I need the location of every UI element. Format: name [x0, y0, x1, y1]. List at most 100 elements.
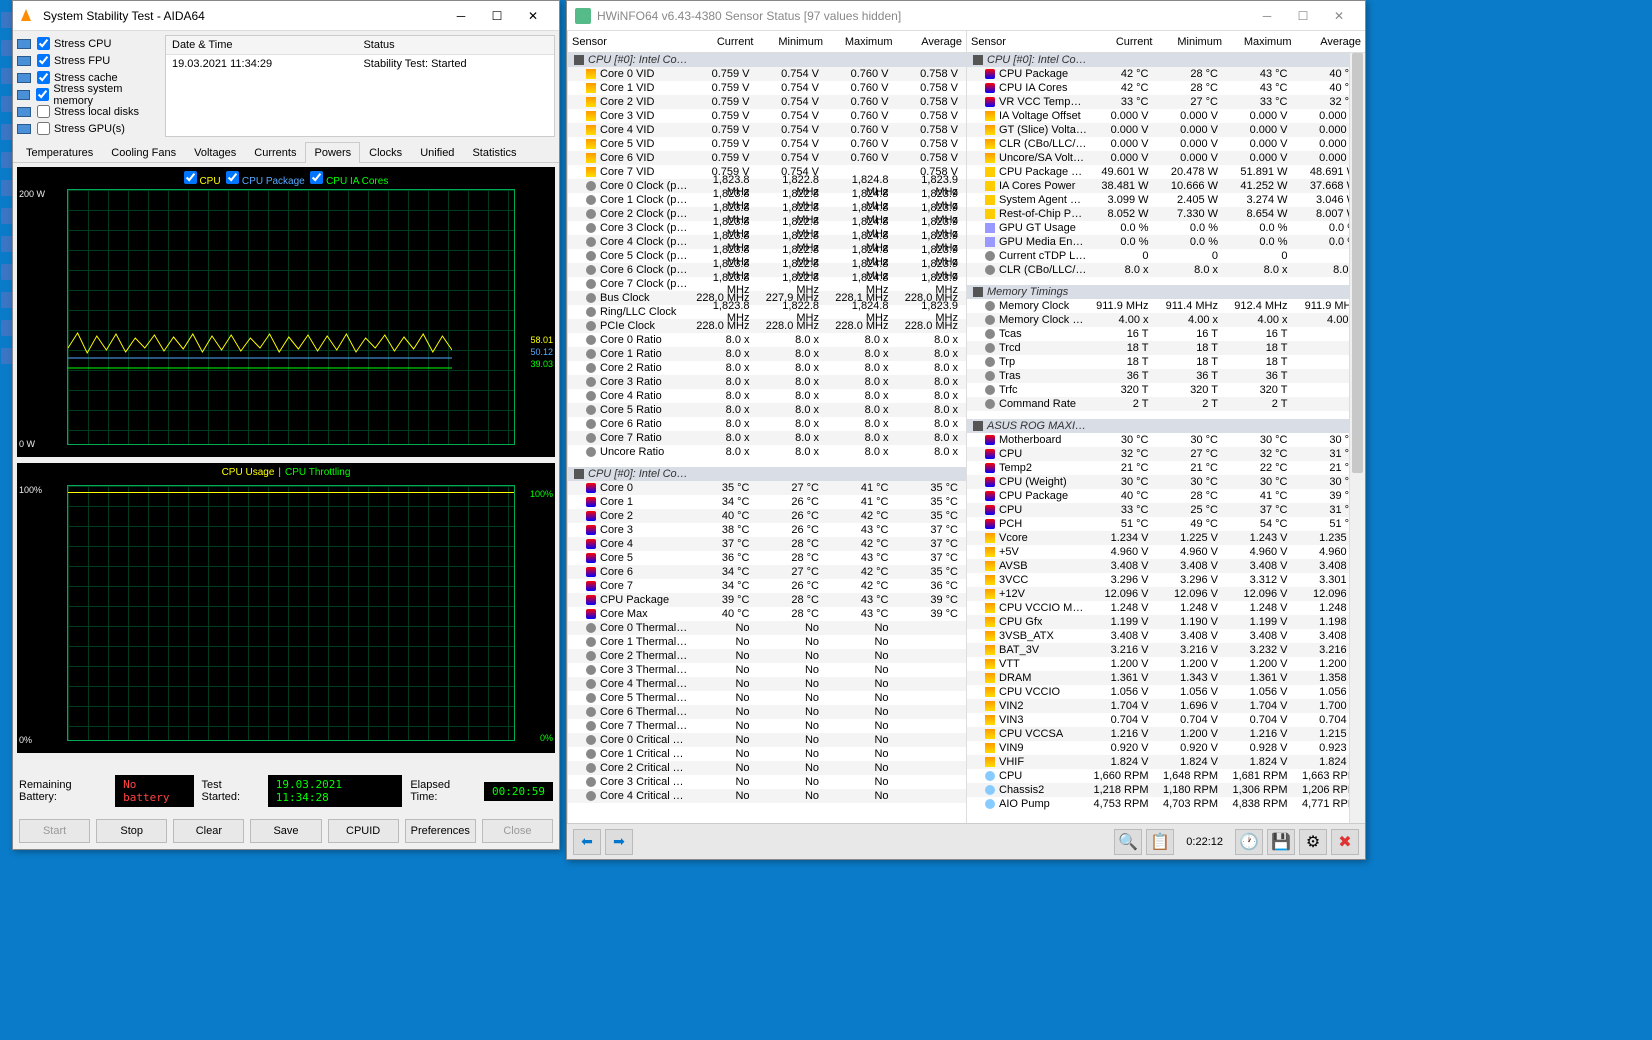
col-current[interactable]: Current: [688, 34, 758, 50]
checkbox-stress-gpu[interactable]: [37, 122, 50, 135]
sensor-row[interactable]: VIN30.704 V0.704 V0.704 V0.704 V: [967, 713, 1365, 727]
legend-check-pkg[interactable]: [226, 171, 239, 184]
sensor-row[interactable]: Core 4 Ratio8.0 x8.0 x8.0 x8.0 x: [568, 389, 966, 403]
legend-check-cores[interactable]: [310, 171, 323, 184]
sensor-row[interactable]: Core 536 °C28 °C43 °C37 °C: [568, 551, 966, 565]
col-sensor[interactable]: Sensor: [967, 34, 1087, 50]
sensor-row[interactable]: Core 1 Critical Tem...NoNoNo: [568, 747, 966, 761]
sensor-row[interactable]: Vcore1.234 V1.225 V1.243 V1.235 V: [967, 531, 1365, 545]
sensor-row[interactable]: IA Cores Power38.481 W10.666 W41.252 W37…: [967, 179, 1365, 193]
sensor-row[interactable]: Core 6 VID0.759 V0.754 V0.760 V0.758 V: [568, 151, 966, 165]
sensor-group[interactable]: CPU [#0]: Intel Cor...: [568, 467, 966, 481]
sensor-row[interactable]: PCIe Clock228.0 MHz228.0 MHz228.0 MHz228…: [568, 319, 966, 333]
sensor-row[interactable]: GPU GT Usage0.0 %0.0 %0.0 %0.0 %: [967, 221, 1365, 235]
sensor-row[interactable]: Core 4 Thermal Thr...NoNoNo: [568, 677, 966, 691]
sensor-row[interactable]: +5V4.960 V4.960 V4.960 V4.960 V: [967, 545, 1365, 559]
sensor-group[interactable]: ASUS ROG MAXIMU...: [967, 419, 1365, 433]
sensor-row[interactable]: Core 4 Critical Tem...NoNoNo: [568, 789, 966, 803]
sensor-row[interactable]: CPU Package42 °C28 °C43 °C40 °C: [967, 67, 1365, 81]
clear-button[interactable]: Clear: [173, 819, 244, 843]
sensor-row[interactable]: Ring/LLC Clock1,823.8 MHz1,822.8 MHz1,82…: [568, 305, 966, 319]
sensor-row[interactable]: Uncore/SA Voltage ...0.000 V0.000 V0.000…: [967, 151, 1365, 165]
sensor-group[interactable]: CPU [#0]: Intel Cor...: [967, 53, 1365, 67]
sensor-row[interactable]: CLR (CBo/LLC/Ring)...8.0 x8.0 x8.0 x8.0 …: [967, 263, 1365, 277]
tool-save-icon[interactable]: 💾: [1267, 829, 1295, 855]
sensor-row[interactable]: Chassis21,218 RPM1,180 RPM1,306 RPM1,206…: [967, 783, 1365, 797]
tool-close-icon[interactable]: ✖: [1331, 829, 1359, 855]
sensor-row[interactable]: Motherboard30 °C30 °C30 °C30 °C: [967, 433, 1365, 447]
sensor-row[interactable]: AIO Pump4,753 RPM4,703 RPM4,838 RPM4,771…: [967, 797, 1365, 811]
save-button[interactable]: Save: [250, 819, 321, 843]
nav-next-button[interactable]: ➡: [605, 829, 633, 855]
close-window-button[interactable]: ✕: [1321, 3, 1357, 29]
tool-copy-icon[interactable]: 📋: [1146, 829, 1174, 855]
sensor-row[interactable]: +12V12.096 V12.096 V12.096 V12.096 V: [967, 587, 1365, 601]
sensor-row[interactable]: Core 2 Critical Tem...NoNoNo: [568, 761, 966, 775]
legend-check-cpu[interactable]: [184, 171, 197, 184]
sensor-row[interactable]: VHIF1.824 V1.824 V1.824 V1.824 V: [967, 755, 1365, 769]
maximize-button[interactable]: ☐: [479, 3, 515, 29]
stop-button[interactable]: Stop: [96, 819, 167, 843]
sensor-row[interactable]: Core 7 Thermal Thr...NoNoNo: [568, 719, 966, 733]
tool-clock-icon[interactable]: 🕐: [1235, 829, 1263, 855]
col-average[interactable]: Average: [897, 34, 967, 50]
sensor-row[interactable]: Temp221 °C21 °C22 °C21 °C: [967, 461, 1365, 475]
sensor-row[interactable]: VIN21.704 V1.696 V1.704 V1.700 V: [967, 699, 1365, 713]
tab-statistics[interactable]: Statistics: [463, 142, 525, 163]
sensor-row[interactable]: VR VCC Temperatur...33 °C27 °C33 °C32 °C: [967, 95, 1365, 109]
sensor-row[interactable]: CPU VCCSA1.216 V1.200 V1.216 V1.215 V: [967, 727, 1365, 741]
col-date[interactable]: Date & Time: [166, 36, 357, 55]
titlebar-aida64[interactable]: System Stability Test - AIDA64 ─ ☐ ✕: [13, 1, 559, 31]
sensor-row[interactable]: CPU Package Power49.601 W20.478 W51.891 …: [967, 165, 1365, 179]
sensor-row[interactable]: Trp18 T18 T18 T: [967, 355, 1365, 369]
sensor-row[interactable]: Core 734 °C26 °C42 °C36 °C: [568, 579, 966, 593]
sensor-row[interactable]: GPU Media Engine ...0.0 %0.0 %0.0 %0.0 %: [967, 235, 1365, 249]
sensor-row[interactable]: CPU1,660 RPM1,648 RPM1,681 RPM1,663 RPM: [967, 769, 1365, 783]
sensor-row[interactable]: System Agent Power3.099 W2.405 W3.274 W3…: [967, 193, 1365, 207]
sensor-row[interactable]: Core 134 °C26 °C41 °C35 °C: [568, 495, 966, 509]
sensor-row[interactable]: Core 7 Clock (perf ...1,823.8 MHz1,822.8…: [568, 277, 966, 291]
sensor-row[interactable]: CPU IA Cores42 °C28 °C43 °C40 °C: [967, 81, 1365, 95]
col-maximum[interactable]: Maximum: [827, 34, 897, 50]
sensor-row[interactable]: Core 5 VID0.759 V0.754 V0.760 V0.758 V: [568, 137, 966, 151]
minimize-button[interactable]: ─: [1249, 3, 1285, 29]
sensor-row[interactable]: Core 3 Critical Tem...NoNoNo: [568, 775, 966, 789]
sensor-row[interactable]: CPU Gfx1.199 V1.190 V1.199 V1.198 V: [967, 615, 1365, 629]
sensor-group[interactable]: Memory Timings: [967, 285, 1365, 299]
sensor-row[interactable]: Core 6 Thermal Thr...NoNoNo: [568, 705, 966, 719]
sensor-row[interactable]: Core 338 °C26 °C43 °C37 °C: [568, 523, 966, 537]
checkbox-stress-mem[interactable]: [36, 88, 49, 101]
sensor-row[interactable]: CPU (Weight)30 °C30 °C30 °C30 °C: [967, 475, 1365, 489]
tab-clocks[interactable]: Clocks: [360, 142, 411, 163]
sensor-row[interactable]: 3VSB_ATX3.408 V3.408 V3.408 V3.408 V: [967, 629, 1365, 643]
col-average[interactable]: Average: [1296, 34, 1366, 50]
tab-currents[interactable]: Currents: [245, 142, 305, 163]
sensor-row[interactable]: Core 1 Thermal Thr...NoNoNo: [568, 635, 966, 649]
sensor-row[interactable]: Tcas16 T16 T16 T: [967, 327, 1365, 341]
minimize-button[interactable]: ─: [443, 3, 479, 29]
sensor-row[interactable]: Core 2 Thermal Thr...NoNoNo: [568, 649, 966, 663]
sensor-row[interactable]: Core 4 VID0.759 V0.754 V0.760 V0.758 V: [568, 123, 966, 137]
sensor-row[interactable]: Trfc320 T320 T320 T: [967, 383, 1365, 397]
scrollbar[interactable]: [1349, 53, 1365, 823]
sensor-row[interactable]: CPU32 °C27 °C32 °C31 °C: [967, 447, 1365, 461]
sensor-row[interactable]: IA Voltage Offset0.000 V0.000 V0.000 V0.…: [967, 109, 1365, 123]
tab-unified[interactable]: Unified: [411, 142, 463, 163]
sensor-row[interactable]: Core 5 Ratio8.0 x8.0 x8.0 x8.0 x: [568, 403, 966, 417]
sensor-row[interactable]: Core 437 °C28 °C42 °C37 °C: [568, 537, 966, 551]
cpuid-button[interactable]: CPUID: [328, 819, 399, 843]
sensor-row[interactable]: Core 2 Ratio8.0 x8.0 x8.0 x8.0 x: [568, 361, 966, 375]
tool-settings-icon[interactable]: ⚙: [1299, 829, 1327, 855]
tab-voltages[interactable]: Voltages: [185, 142, 245, 163]
sensor-row[interactable]: GT (Slice) Voltage O...0.000 V0.000 V0.0…: [967, 123, 1365, 137]
col-minimum[interactable]: Minimum: [1157, 34, 1227, 50]
col-minimum[interactable]: Minimum: [758, 34, 828, 50]
sensor-row[interactable]: Trcd18 T18 T18 T: [967, 341, 1365, 355]
tool-search-icon[interactable]: 🔍: [1114, 829, 1142, 855]
col-status[interactable]: Status: [357, 36, 554, 55]
sensor-group[interactable]: CPU [#0]: Intel Cor...: [568, 53, 966, 67]
sensor-row[interactable]: Core 1 VID0.759 V0.754 V0.760 V0.758 V: [568, 81, 966, 95]
sensor-row[interactable]: Core 3 Ratio8.0 x8.0 x8.0 x8.0 x: [568, 375, 966, 389]
checkbox-stress-fpu[interactable]: [37, 54, 50, 67]
close-window-button[interactable]: ✕: [515, 3, 551, 29]
